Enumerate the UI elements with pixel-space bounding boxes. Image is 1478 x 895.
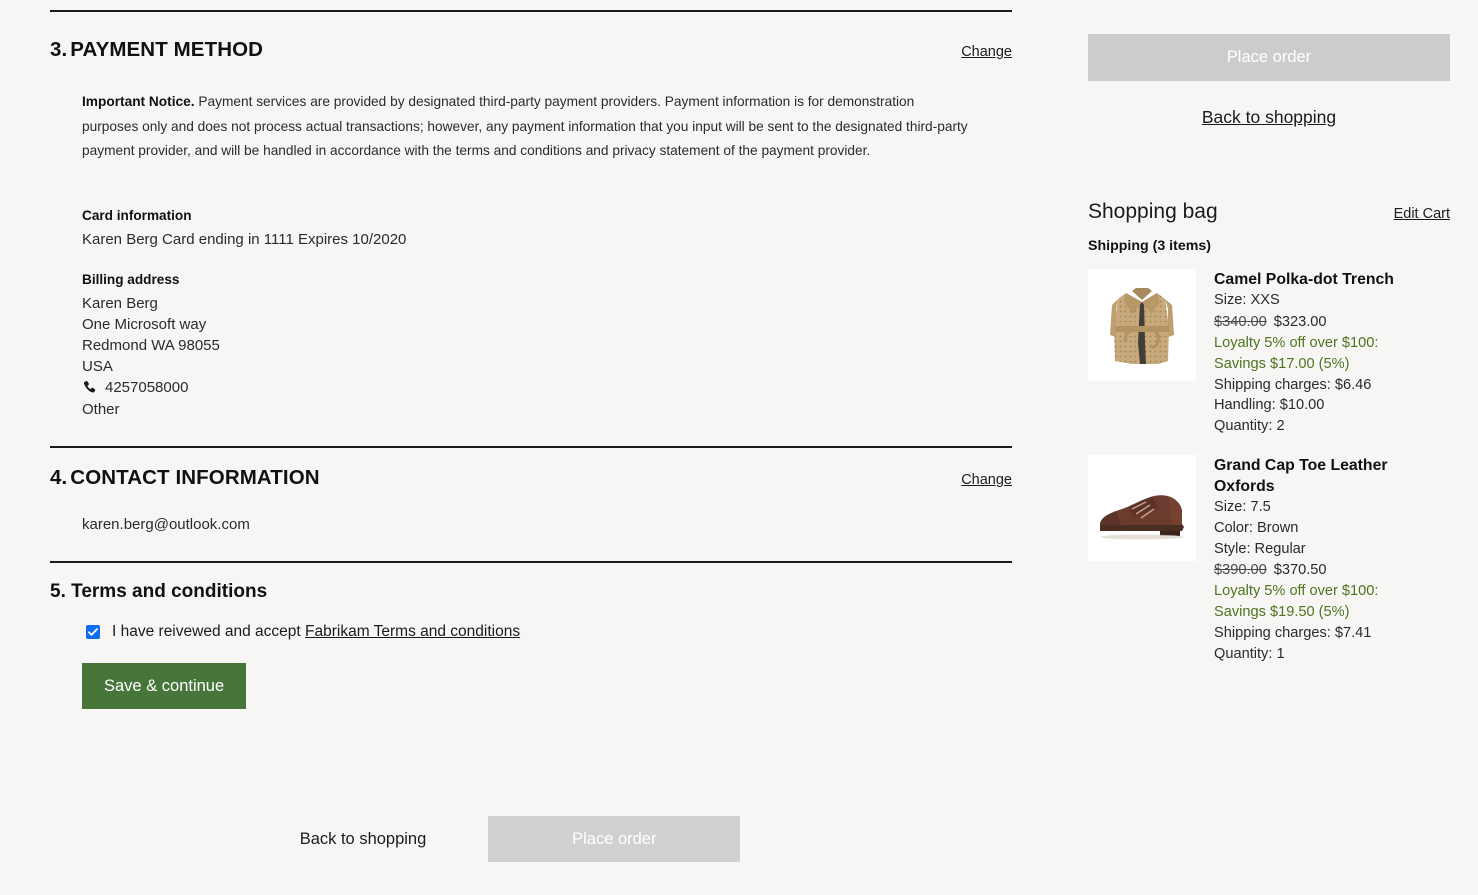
billing-street: One Microsoft way — [82, 314, 1040, 335]
cart-item-shipping-charges: Shipping charges: $6.46 — [1214, 375, 1450, 396]
terms-consent-text: I have reivewed and accept Fabrikam Term… — [112, 623, 520, 641]
notice-lead-label: Important Notice. — [82, 94, 195, 109]
billing-address-value: Karen Berg One Microsoft way Redmond WA … — [82, 293, 1040, 420]
cart-item-loyalty-savings: Savings $19.50 (5%) — [1214, 602, 1450, 623]
contact-section-title-text: CONTACT INFORMATION — [70, 466, 319, 489]
sidebar-place-order-button[interactable]: Place order — [1088, 34, 1450, 81]
bottom-action-bar: Back to shopping Place order — [0, 816, 1040, 862]
cart-item-loyalty-label: Loyalty 5% off over $100: — [1214, 581, 1450, 602]
cart-item-info: Grand Cap Toe Leather Oxfords Size: 7.5 … — [1214, 455, 1450, 664]
cart-item-handling: Handling: $10.00 — [1214, 395, 1450, 416]
cart-item-shipping-charges: Shipping charges: $7.41 — [1214, 623, 1450, 644]
card-information-value: Karen Berg Card ending in 1111 Expires 1… — [82, 229, 1040, 250]
edit-cart-link[interactable]: Edit Cart — [1394, 206, 1450, 222]
shopping-bag-title: Shopping bag — [1088, 200, 1218, 224]
bottom-back-to-shopping-link[interactable]: Back to shopping — [300, 830, 427, 849]
sidebar-back-to-shopping-link[interactable]: Back to shopping — [1202, 107, 1336, 127]
cart-item-price-row: $390.00 $370.50 — [1214, 560, 1450, 581]
card-information-label: Card information — [82, 208, 1040, 223]
cart-item-current-price: $323.00 — [1274, 314, 1327, 330]
terms-section-title-text: Terms and conditions — [71, 581, 267, 602]
billing-country: USA — [82, 356, 1040, 377]
cart-item-info: Camel Polka-dot Trench Size: XXS $340.00… — [1214, 269, 1450, 436]
divider-above-payment — [50, 10, 1012, 12]
cart-item-loyalty-label: Loyalty 5% off over $100: — [1214, 333, 1450, 354]
cart-item-attribute: Size: XXS — [1214, 290, 1450, 311]
terms-title: 5. Terms and conditions — [50, 581, 267, 603]
payment-method-header: 3.PAYMENT METHOD Change — [0, 38, 1040, 62]
cart-item[interactable]: Camel Polka-dot Trench Size: XXS $340.00… — [1088, 269, 1450, 436]
terms-consent-prefix: I have reivewed and accept — [112, 623, 305, 640]
card-information-block: Card information Karen Berg Card ending … — [0, 208, 1040, 250]
payment-important-notice: Important Notice. Payment services are p… — [82, 90, 972, 164]
checkout-main-column: 3.PAYMENT METHOD Change Important Notice… — [0, 0, 1040, 895]
cart-item-attribute: Color: Brown — [1214, 518, 1450, 539]
bottom-place-order-button[interactable]: Place order — [488, 816, 740, 862]
cart-item-current-price: $370.50 — [1274, 562, 1327, 578]
cart-item-quantity: Quantity: 1 — [1214, 644, 1450, 665]
billing-name: Karen Berg — [82, 293, 1040, 314]
payment-section-number: 3. — [50, 38, 67, 61]
save-and-continue-button[interactable]: Save & continue — [82, 663, 246, 710]
billing-address-block: Billing address Karen Berg One Microsoft… — [0, 272, 1040, 420]
shopping-bag-header: Shopping bag Edit Cart — [1088, 200, 1450, 224]
terms-and-conditions-link[interactable]: Fabrikam Terms and conditions — [305, 623, 520, 640]
billing-phone-number: 4257058000 — [105, 377, 188, 398]
camel-polka-dot-trench-coat-thumbnail — [1088, 269, 1196, 381]
notice-body-text: Payment services are provided by designa… — [82, 94, 968, 158]
cart-item-name: Camel Polka-dot Trench — [1214, 269, 1450, 290]
cart-item-quantity: Quantity: 2 — [1214, 416, 1450, 437]
billing-phone-row: 4257058000 — [82, 377, 1040, 398]
cart-item-loyalty-savings: Savings $17.00 (5%) — [1214, 354, 1450, 375]
billing-city-state-zip: Redmond WA 98055 — [82, 335, 1040, 356]
cart-item-attribute: Style: Regular — [1214, 539, 1450, 560]
contact-information-header: 4.CONTACT INFORMATION Change — [0, 466, 1040, 490]
cart-item-price-row: $340.00 $323.00 — [1214, 312, 1450, 333]
terms-section-number: 5. — [50, 581, 66, 602]
divider-above-terms — [50, 561, 1012, 563]
terms-accept-checkbox[interactable] — [86, 625, 100, 639]
checkout-page: 3.PAYMENT METHOD Change Important Notice… — [0, 0, 1478, 895]
contact-email-value: karen.berg@outlook.com — [82, 516, 1040, 533]
billing-address-label: Billing address — [82, 272, 1040, 287]
cart-item[interactable]: Grand Cap Toe Leather Oxfords Size: 7.5 … — [1088, 455, 1450, 664]
cart-item-attribute: Size: 7.5 — [1214, 497, 1450, 518]
terms-header: 5. Terms and conditions — [0, 581, 1040, 603]
billing-phone-type: Other — [82, 399, 1040, 420]
payment-change-link[interactable]: Change — [961, 44, 1012, 60]
order-summary-sidebar: Place order Back to shopping Shopping ba… — [1060, 0, 1478, 895]
contact-information-title: 4.CONTACT INFORMATION — [50, 466, 320, 490]
cart-item-original-price: $340.00 — [1214, 314, 1267, 330]
divider-above-contact — [50, 446, 1012, 448]
cart-item-name: Grand Cap Toe Leather Oxfords — [1214, 455, 1450, 497]
brown-leather-oxford-shoe-thumbnail — [1088, 455, 1196, 561]
contact-section-number: 4. — [50, 466, 67, 489]
shipping-items-summary: Shipping (3 items) — [1088, 238, 1450, 254]
terms-consent-row: I have reivewed and accept Fabrikam Term… — [86, 623, 1040, 641]
phone-icon — [82, 380, 97, 395]
sidebar-back-link-wrapper: Back to shopping — [1088, 107, 1450, 128]
contact-change-link[interactable]: Change — [961, 472, 1012, 488]
payment-section-title-text: PAYMENT METHOD — [70, 38, 263, 61]
cart-item-original-price: $390.00 — [1214, 562, 1267, 578]
payment-method-title: 3.PAYMENT METHOD — [50, 38, 263, 62]
